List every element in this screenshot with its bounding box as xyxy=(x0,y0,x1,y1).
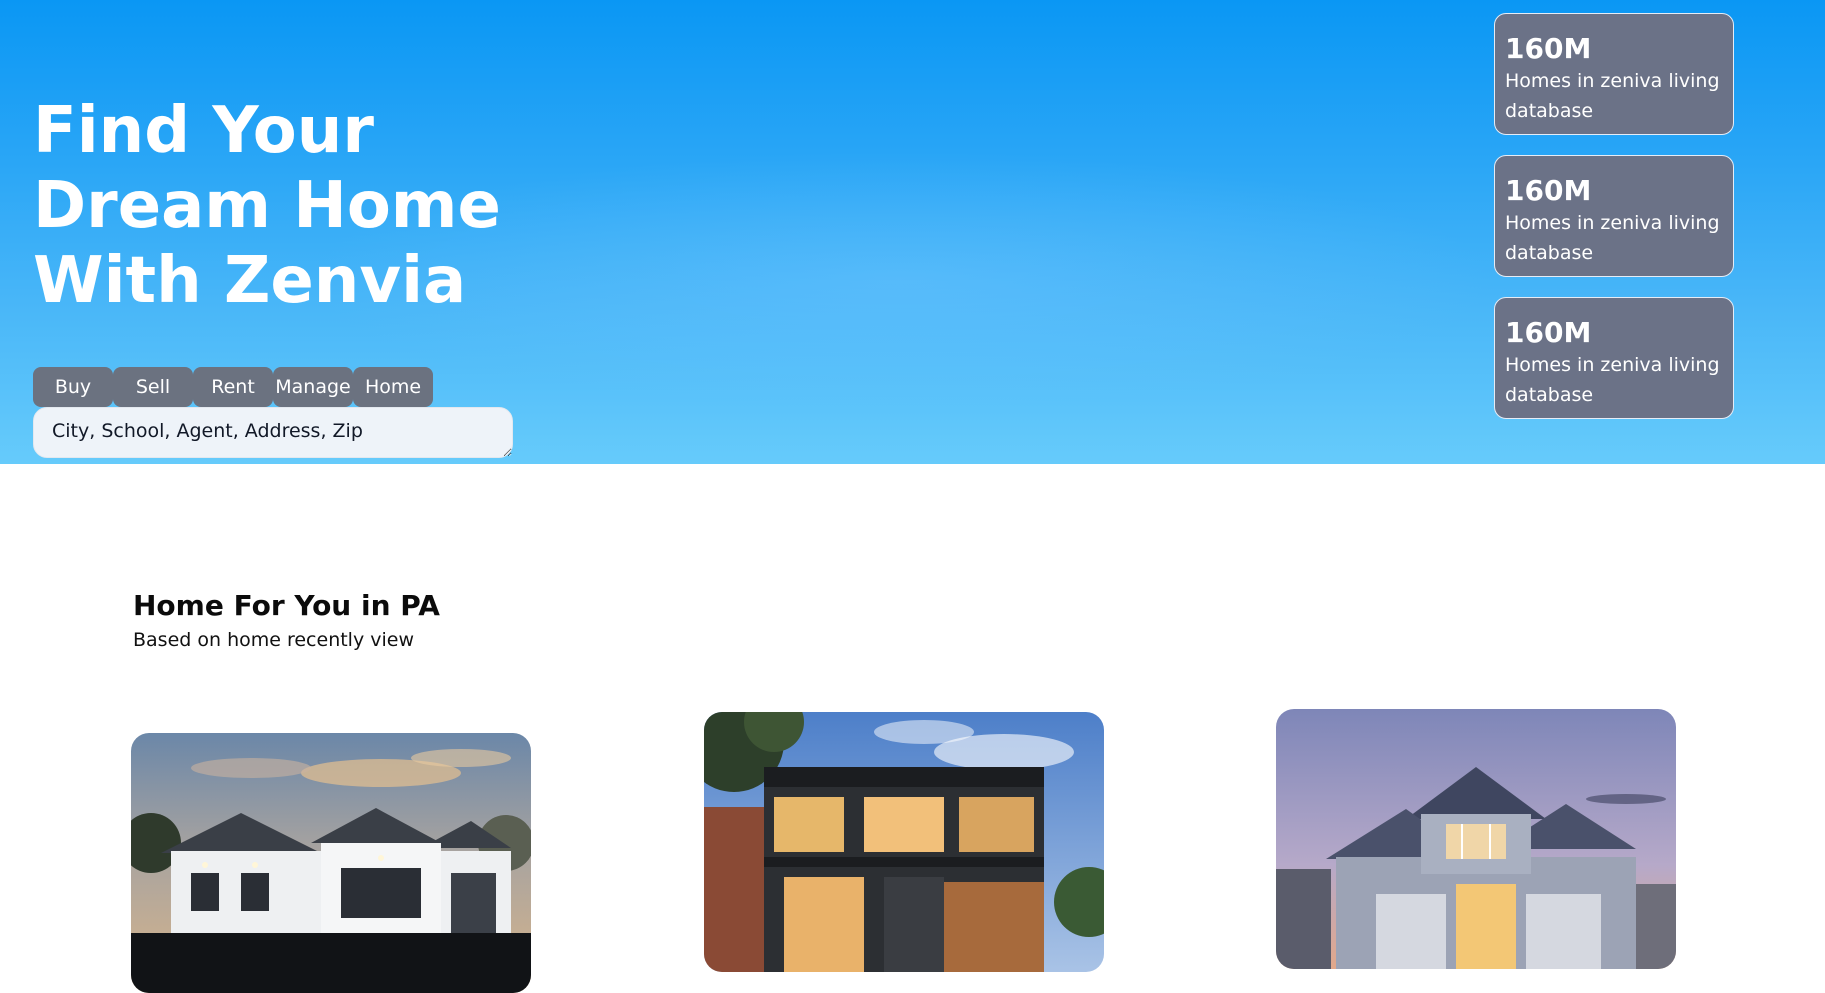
hero-title-line: Dream Home xyxy=(33,169,501,243)
search-box xyxy=(33,407,513,458)
listing-card[interactable] xyxy=(704,712,1104,972)
hero-banner: Find Your Dream Home With Zenvia Buy Sel… xyxy=(0,0,1825,464)
tab-home[interactable]: Home xyxy=(353,367,433,407)
search-input[interactable] xyxy=(33,407,513,458)
stat-label: Homes in zeniva living database xyxy=(1505,212,1720,264)
stat-value: 160M xyxy=(1505,32,1592,65)
contemporary-glass-house-photo xyxy=(704,712,1104,972)
section-subtitle: Based on home recently view xyxy=(133,629,415,651)
tab-rent[interactable]: Rent xyxy=(193,367,273,407)
listing-card[interactable] xyxy=(1276,709,1676,969)
listing-card[interactable] xyxy=(131,733,531,993)
modern-white-house-photo xyxy=(131,733,531,993)
hero-title-line: Find Your xyxy=(33,94,374,168)
section-title: Home For You in PA xyxy=(133,589,440,622)
hero-title-line: With Zenvia xyxy=(33,244,467,318)
stat-card: 160M Homes in zeniva living database xyxy=(1494,155,1734,277)
suburban-gray-house-photo xyxy=(1276,709,1676,969)
tab-sell[interactable]: Sell xyxy=(113,367,193,407)
hero-title: Find Your Dream Home With Zenvia xyxy=(33,94,593,319)
listing-type-tabs: Buy Sell Rent Manage Home xyxy=(33,367,433,407)
stat-card: 160M Homes in zeniva living database xyxy=(1494,297,1734,419)
tab-manage[interactable]: Manage xyxy=(273,367,353,407)
stat-value: 160M xyxy=(1505,316,1592,349)
stat-card: 160M Homes in zeniva living database xyxy=(1494,13,1734,135)
tab-buy[interactable]: Buy xyxy=(33,367,113,407)
stat-label: Homes in zeniva living database xyxy=(1505,354,1720,406)
stat-label: Homes in zeniva living database xyxy=(1505,70,1720,122)
stat-value: 160M xyxy=(1505,174,1592,207)
